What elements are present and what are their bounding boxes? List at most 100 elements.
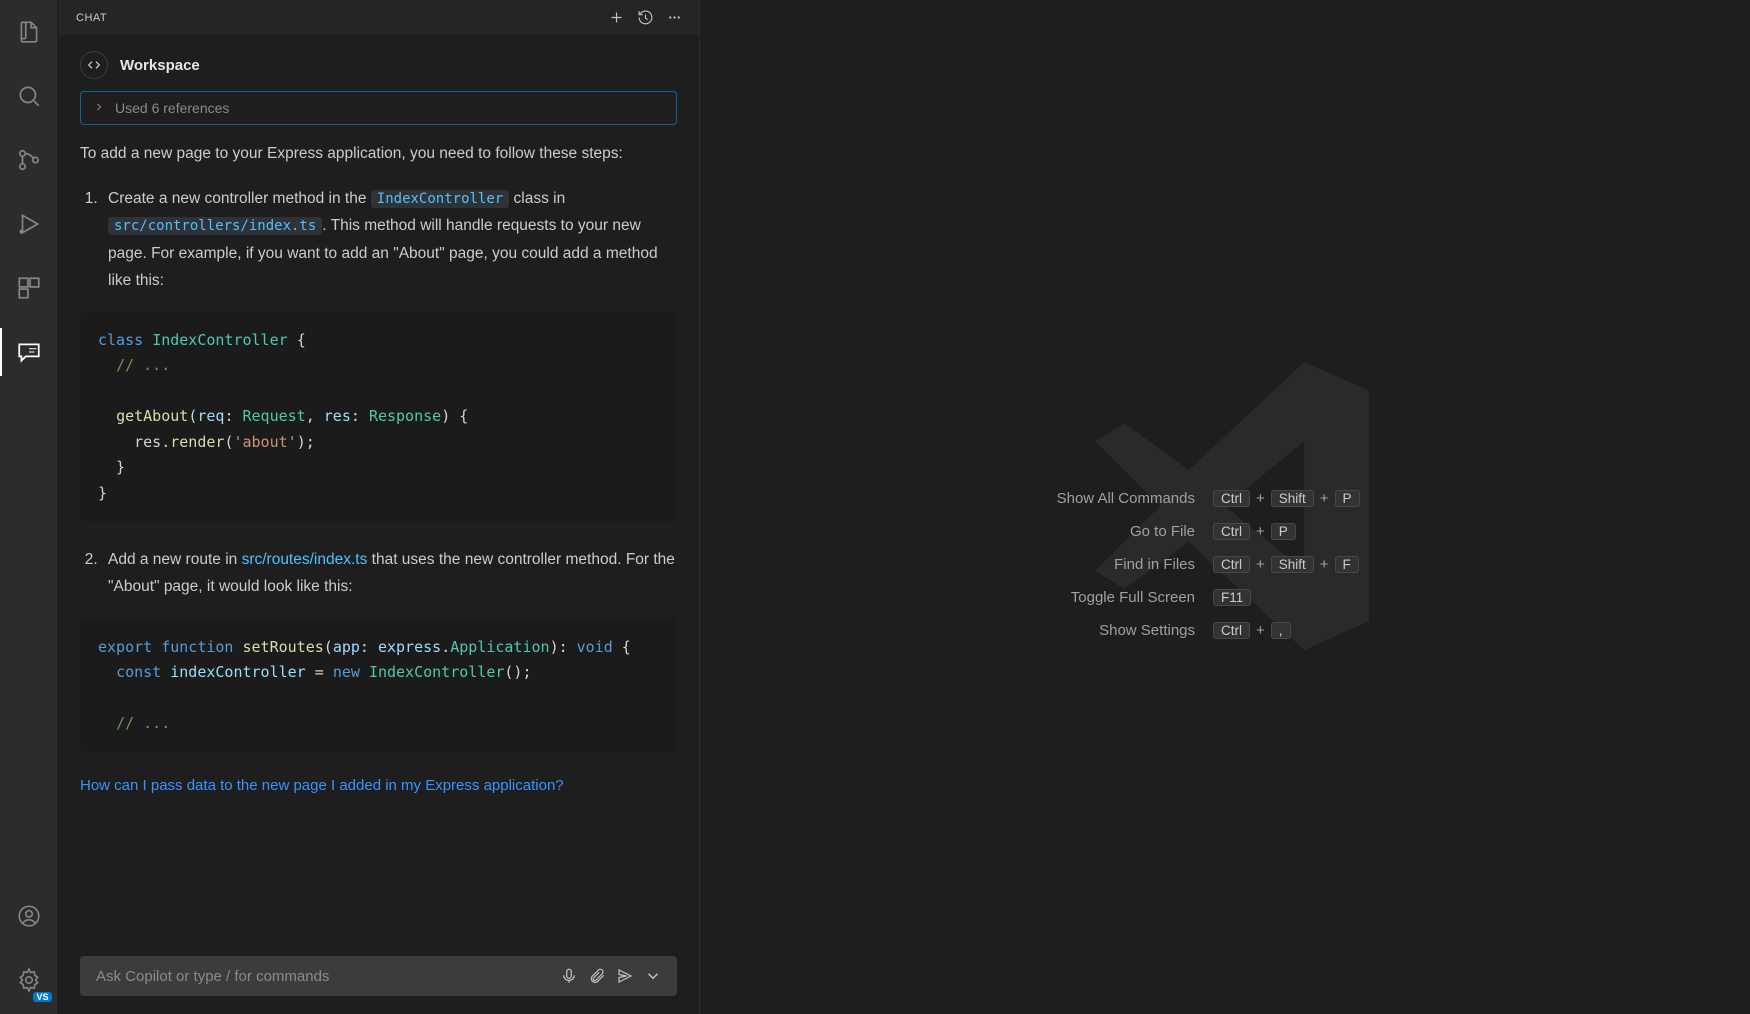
c1-s: 'about' xyxy=(233,433,296,451)
c2-p: : xyxy=(360,638,378,656)
c1-v: res xyxy=(324,407,351,425)
shortcuts-list: Show All CommandsCtrl+Shift+PGo to FileC… xyxy=(955,490,1495,655)
chat-input-field[interactable] xyxy=(94,967,555,986)
shortcut-label: Toggle Full Screen xyxy=(955,589,1195,606)
run-debug-icon[interactable] xyxy=(0,200,58,248)
link-routes-path[interactable]: src/routes/index.ts xyxy=(242,551,368,568)
new-chat-icon[interactable] xyxy=(602,5,631,30)
chat-title: CHAT xyxy=(76,12,107,24)
plus-icon: + xyxy=(1320,490,1329,507)
shortcut-keys: Ctrl + Shift + P xyxy=(1213,490,1360,507)
c2-p: . xyxy=(441,638,450,656)
keycap: Ctrl xyxy=(1213,622,1250,639)
shortcut-row: Show All Commands Ctrl + Shift + P xyxy=(955,490,1495,507)
keycap: Ctrl xyxy=(1213,523,1250,540)
c1-v: req xyxy=(197,407,224,425)
c2-c: Application xyxy=(450,638,549,656)
accounts-icon[interactable] xyxy=(0,892,58,940)
c2-c: IndexController xyxy=(369,663,504,681)
shortcut-label: Show Settings xyxy=(955,622,1195,639)
send-icon[interactable] xyxy=(611,963,639,989)
extensions-icon[interactable] xyxy=(0,264,58,312)
keycap: Shift xyxy=(1271,490,1314,507)
c2-kw: function xyxy=(161,638,233,656)
settings-badge: VS xyxy=(33,992,51,1002)
keycap: F11 xyxy=(1213,589,1251,606)
settings-icon[interactable]: VS xyxy=(0,956,58,1004)
plus-icon: + xyxy=(1256,490,1265,507)
source-control-icon[interactable] xyxy=(0,136,58,184)
step-2: Add a new route in src/routes/index.ts t… xyxy=(102,546,677,600)
keycap: Shift xyxy=(1271,556,1314,573)
followup-suggestion[interactable]: How can I pass data to the new page I ad… xyxy=(80,777,677,794)
c1-p: : xyxy=(224,407,242,425)
c2-v: app xyxy=(333,638,360,656)
shortcut-keys: F11 xyxy=(1213,589,1251,606)
step1-text-a: Create a new controller method in the xyxy=(108,190,371,207)
shortcut-row: Toggle Full Screen F11 xyxy=(955,589,1495,606)
shortcut-keys: Ctrl + P xyxy=(1213,523,1296,540)
c1-p: ( xyxy=(188,407,197,425)
history-icon[interactable] xyxy=(631,5,660,30)
chevron-right-icon xyxy=(93,100,105,116)
shortcut-row: Find in FilesCtrl+Shift+F xyxy=(955,556,1495,573)
editor-area: Show All CommandsCtrl+Shift+PGo to FileC… xyxy=(700,0,1750,1014)
chat-icon[interactable] xyxy=(0,328,58,376)
shortcut-keys: Ctrl+Shift+F xyxy=(1213,556,1359,573)
token-controllers-path[interactable]: src/controllers/index.ts xyxy=(108,217,322,235)
keycap: P xyxy=(1335,490,1360,507)
mic-icon[interactable] xyxy=(555,963,583,989)
c2-p: { xyxy=(613,638,631,656)
plus-icon: + xyxy=(1256,523,1265,540)
more-icon[interactable] xyxy=(660,5,689,30)
c2-p: (); xyxy=(504,663,531,681)
shortcut-label: Find in Files xyxy=(955,556,1195,573)
explorer-icon[interactable] xyxy=(0,8,58,56)
keycap: F xyxy=(1335,556,1359,573)
code-block-2: export function setRoutes(app: express.A… xyxy=(80,619,677,753)
c1-p: } xyxy=(98,458,125,476)
search-icon[interactable] xyxy=(0,72,58,120)
chat-body: Workspace Used 6 references To add a new… xyxy=(58,35,699,956)
references-box[interactable]: Used 6 references xyxy=(80,91,677,125)
c2-kw: export xyxy=(98,638,152,656)
c2-kw: void xyxy=(577,638,613,656)
steps-list-2: Add a new route in src/routes/index.ts t… xyxy=(102,546,677,600)
c1-kw: class xyxy=(98,331,143,349)
c2-cmt: // ... xyxy=(116,714,170,732)
step1-text-b: class in xyxy=(509,190,565,207)
chat-panel: CHAT Workspace Used 6 references To add … xyxy=(58,0,700,1014)
chat-input xyxy=(80,956,677,996)
c2-fn: setRoutes xyxy=(243,638,324,656)
app-root: VS CHAT Workspace Used 6 referen xyxy=(0,0,1750,1014)
c1-fn: getAbout xyxy=(116,407,188,425)
shortcut-row: Go to FileCtrl+P xyxy=(955,523,1495,540)
plus-icon: + xyxy=(1256,556,1265,573)
c2-v: express xyxy=(378,638,441,656)
c1-p: ) { xyxy=(441,407,468,425)
shortcut-row: Show Settings Ctrl+, xyxy=(955,622,1495,639)
c2-p: ): xyxy=(550,638,577,656)
send-dropdown-icon[interactable] xyxy=(639,963,667,989)
c1-c: Response xyxy=(369,407,441,425)
c1-p: } xyxy=(98,484,107,502)
c1-cls: IndexController xyxy=(152,331,287,349)
shortcut-keys: Ctrl+, xyxy=(1213,622,1291,639)
step-1: Create a new controller method in the In… xyxy=(102,185,677,294)
plus-icon: + xyxy=(1320,556,1329,573)
keycap: , xyxy=(1271,622,1291,639)
chat-input-wrap xyxy=(58,956,699,1014)
keycap: Ctrl xyxy=(1213,490,1250,507)
keycap: P xyxy=(1271,523,1296,540)
c1-p: res. xyxy=(98,433,170,451)
shortcut-label: Show All Commands xyxy=(955,490,1195,507)
token-indexcontroller[interactable]: IndexController xyxy=(371,190,509,208)
c2-p: ( xyxy=(324,638,333,656)
c1-cmt: // ... xyxy=(116,356,170,374)
c1-p: : xyxy=(351,407,369,425)
c1-p: , xyxy=(306,407,324,425)
code-block-1: class IndexController { // ... getAbout(… xyxy=(80,312,677,523)
attach-icon[interactable] xyxy=(583,963,611,989)
c2-v: indexController xyxy=(170,663,305,681)
references-text: Used 6 references xyxy=(115,100,229,116)
